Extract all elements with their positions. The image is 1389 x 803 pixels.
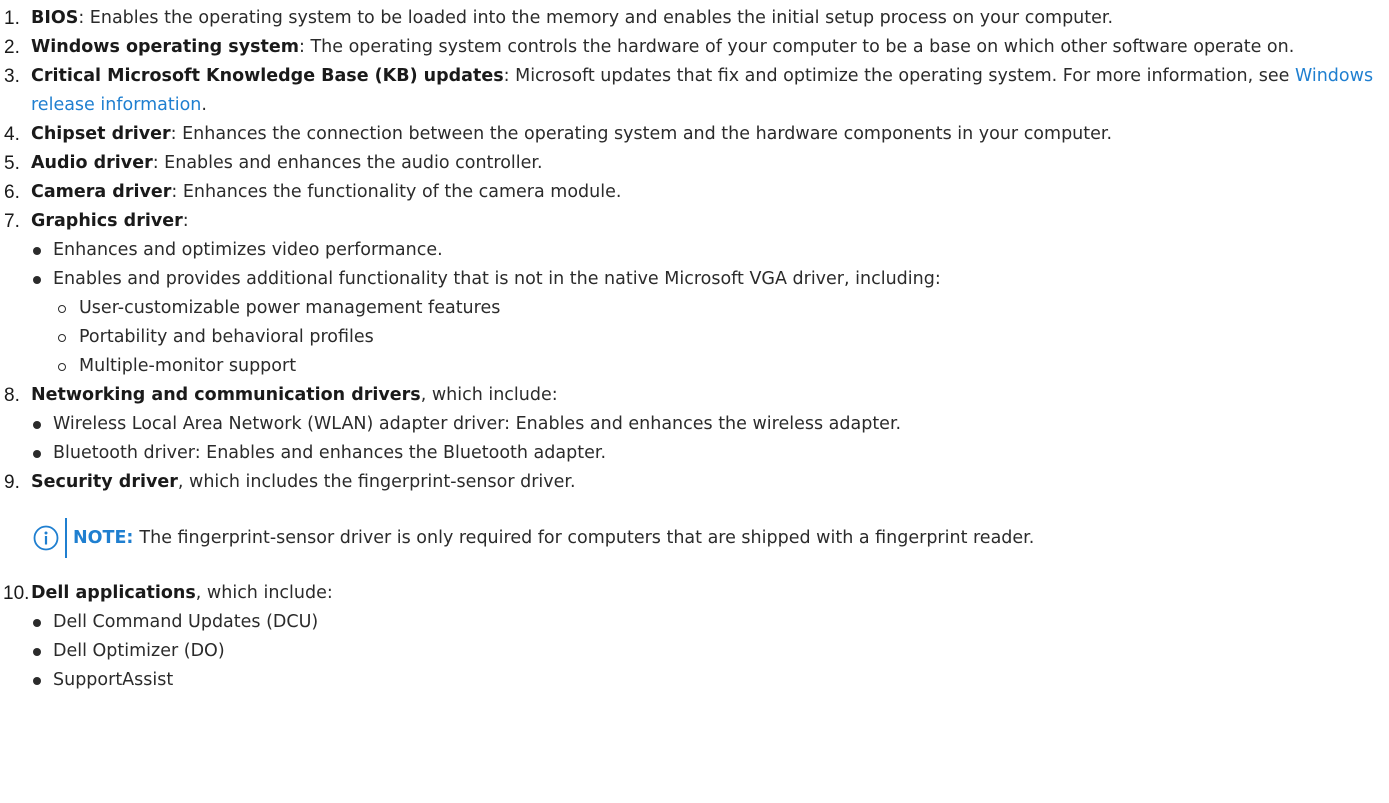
document-body: 1. BIOS: Enables the operating system to… bbox=[0, 0, 1389, 695]
item-description: : Enables and enhances the audio control… bbox=[152, 153, 543, 173]
list-number: 8. bbox=[4, 385, 20, 406]
sub-bullet-item: Multiple-monitor support bbox=[0, 352, 1389, 381]
bullet-item: Enables and provides additional function… bbox=[0, 265, 1389, 294]
note-label: NOTE: bbox=[73, 528, 134, 548]
list-number: 4. bbox=[4, 124, 20, 145]
item-description: : bbox=[182, 211, 189, 231]
item-term: Networking and communication drivers bbox=[31, 385, 421, 405]
item-term: Chipset driver bbox=[31, 124, 171, 144]
item-description: , which include: bbox=[195, 583, 333, 603]
list-item-graphics: 7. Graphics driver: bbox=[0, 207, 1389, 236]
list-item-camera: 6. Camera driver: Enhances the functiona… bbox=[0, 178, 1389, 207]
list-number: 10. bbox=[3, 583, 30, 604]
item-description-end: . bbox=[201, 95, 207, 115]
item-term: BIOS bbox=[31, 8, 79, 28]
bullet-item: Wireless Local Area Network (WLAN) adapt… bbox=[0, 410, 1389, 439]
item-description: , which include: bbox=[420, 385, 558, 405]
list-item-security: 9. Security driver, which includes the f… bbox=[0, 468, 1389, 497]
list-number: 1. bbox=[4, 8, 20, 29]
bullet-item: SupportAssist bbox=[0, 666, 1389, 695]
info-circle-icon bbox=[33, 525, 59, 551]
item-term: Security driver bbox=[31, 472, 178, 492]
graphics-bullet-list: Enhances and optimizes video performance… bbox=[0, 236, 1389, 294]
list-item-dell-applications: 10. Dell applications, which include: bbox=[0, 579, 1389, 608]
bullet-item: Bluetooth driver: Enables and enhances t… bbox=[0, 439, 1389, 468]
note-divider bbox=[65, 518, 67, 558]
note-text: The fingerprint-sensor driver is only re… bbox=[139, 528, 1035, 548]
sub-bullet-item: User-customizable power management featu… bbox=[0, 294, 1389, 323]
item-description: : Enables the operating system to be loa… bbox=[78, 8, 1114, 28]
list-item-kb-updates: 3. Critical Microsoft Knowledge Base (KB… bbox=[0, 62, 1389, 120]
list-number: 6. bbox=[4, 182, 20, 203]
list-item-audio: 5. Audio driver: Enables and enhances th… bbox=[0, 149, 1389, 178]
bullet-item: Enhances and optimizes video performance… bbox=[0, 236, 1389, 265]
bullet-item: Dell Command Updates (DCU) bbox=[0, 608, 1389, 637]
item-term: Audio driver bbox=[31, 153, 153, 173]
bullet-item: Dell Optimizer (DO) bbox=[0, 637, 1389, 666]
list-number: 9. bbox=[4, 472, 20, 493]
item-description: , which includes the fingerprint-sensor … bbox=[177, 472, 576, 492]
item-term: Windows operating system bbox=[31, 37, 299, 57]
item-term: Dell applications bbox=[31, 583, 196, 603]
list-item-bios: 1. BIOS: Enables the operating system to… bbox=[0, 4, 1389, 33]
dell-applications-bullet-list: Dell Command Updates (DCU) Dell Optimize… bbox=[0, 608, 1389, 695]
item-description: : The operating system controls the hard… bbox=[299, 37, 1295, 57]
item-description: : Microsoft updates that fix and optimiz… bbox=[503, 66, 1295, 86]
list-number: 5. bbox=[4, 153, 20, 174]
sub-bullet-item: Portability and behavioral profiles bbox=[0, 323, 1389, 352]
list-number: 3. bbox=[4, 66, 20, 87]
graphics-sub-bullet-list: User-customizable power management featu… bbox=[0, 294, 1389, 381]
note-callout: NOTE: The fingerprint-sensor driver is o… bbox=[33, 518, 1389, 558]
list-item-windows: 2. Windows operating system: The operati… bbox=[0, 33, 1389, 62]
list-item-networking: 8. Networking and communication drivers,… bbox=[0, 381, 1389, 410]
item-description: : Enhances the functionality of the came… bbox=[171, 182, 622, 202]
item-term: Camera driver bbox=[31, 182, 172, 202]
item-term: Graphics driver bbox=[31, 211, 183, 231]
list-number: 7. bbox=[4, 211, 20, 232]
item-term: Critical Microsoft Knowledge Base (KB) u… bbox=[31, 66, 504, 86]
list-item-chipset: 4. Chipset driver: Enhances the connecti… bbox=[0, 120, 1389, 149]
item-description: : Enhances the connection between the op… bbox=[170, 124, 1113, 144]
networking-bullet-list: Wireless Local Area Network (WLAN) adapt… bbox=[0, 410, 1389, 468]
list-number: 2. bbox=[4, 37, 20, 58]
